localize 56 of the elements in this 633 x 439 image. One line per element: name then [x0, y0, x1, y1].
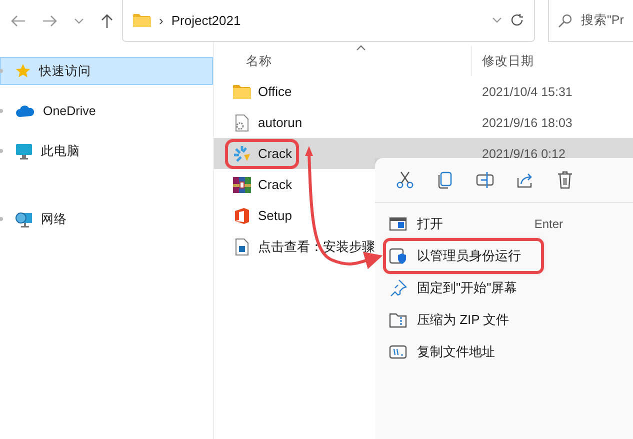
menu-item[interactable]: 以管理员身份运行 — [385, 240, 542, 272]
dropdown-chevron-icon[interactable] — [74, 18, 84, 24]
folder-icon — [133, 13, 151, 27]
cut-icon[interactable] — [396, 171, 414, 189]
monitor-icon — [15, 142, 33, 160]
network-globe-icon — [15, 210, 33, 228]
menu-item[interactable]: 压缩为 ZIP 文件 — [375, 304, 625, 336]
sort-caret-icon — [356, 45, 366, 51]
pin-icon — [389, 279, 407, 297]
menu-item[interactable]: 固定到"开始"屏幕 — [375, 272, 625, 304]
settings-file-icon — [235, 114, 249, 132]
folder-path: Project2021 — [171, 12, 242, 28]
path-copy-icon — [389, 343, 407, 361]
nav-label: 网络 — [41, 210, 67, 228]
shield-window-icon — [389, 247, 407, 265]
nav-item[interactable]: OneDrive — [0, 97, 213, 125]
file-date: 2021/9/16 18:03 — [481, 116, 572, 130]
forward-arrow-icon[interactable] — [42, 14, 58, 28]
search-icon — [558, 14, 572, 28]
office-logo-icon — [234, 206, 250, 224]
nav-item[interactable]: 网络 — [0, 205, 213, 233]
zip-folder-icon — [389, 311, 407, 329]
starburst-app-icon — [233, 144, 251, 162]
folder-icon — [233, 84, 251, 99]
back-arrow-icon[interactable] — [10, 14, 26, 28]
file-name[interactable]: Crack — [228, 172, 296, 196]
file-name[interactable]: autorun — [228, 110, 306, 134]
nav-item[interactable]: 此电脑 — [0, 137, 213, 165]
rename-icon[interactable] — [476, 171, 494, 189]
address-dropdown-icon[interactable] — [492, 17, 502, 23]
cloud-icon — [15, 104, 35, 118]
delete-icon[interactable] — [556, 171, 574, 189]
file-date: 2021/9/16 0:12 — [481, 146, 566, 160]
file-name[interactable]: Crack — [228, 142, 296, 166]
nav-label: OneDrive — [43, 104, 96, 118]
nav-label: 此电脑 — [41, 142, 80, 160]
column-header[interactable]: 名称 — [214, 46, 472, 76]
file-date: 2021/10/4 15:31 — [481, 84, 572, 98]
refresh-icon[interactable] — [510, 13, 524, 27]
path-separator: › — [159, 12, 164, 28]
nav-label: 快速访问 — [39, 62, 91, 80]
file-name[interactable]: Office — [228, 81, 296, 102]
share-icon[interactable] — [516, 171, 534, 189]
column-header[interactable]: 修改日期 — [472, 46, 534, 76]
nav-item[interactable]: 快速访问 — [0, 57, 213, 85]
address-bar[interactable]: › Project2021 — [122, 0, 535, 42]
star-icon — [15, 63, 31, 79]
shortcut-label: Enter — [534, 217, 563, 231]
up-arrow-icon[interactable] — [100, 13, 114, 29]
copy-icon[interactable] — [436, 171, 454, 189]
window-icon — [389, 215, 407, 233]
search-field[interactable]: 搜索"Pr — [548, 0, 633, 42]
menu-item[interactable]: 复制文件地址 — [375, 336, 625, 368]
file-name[interactable]: Setup — [228, 204, 296, 228]
image-file-icon — [235, 238, 249, 256]
archive-books-icon — [233, 176, 251, 194]
